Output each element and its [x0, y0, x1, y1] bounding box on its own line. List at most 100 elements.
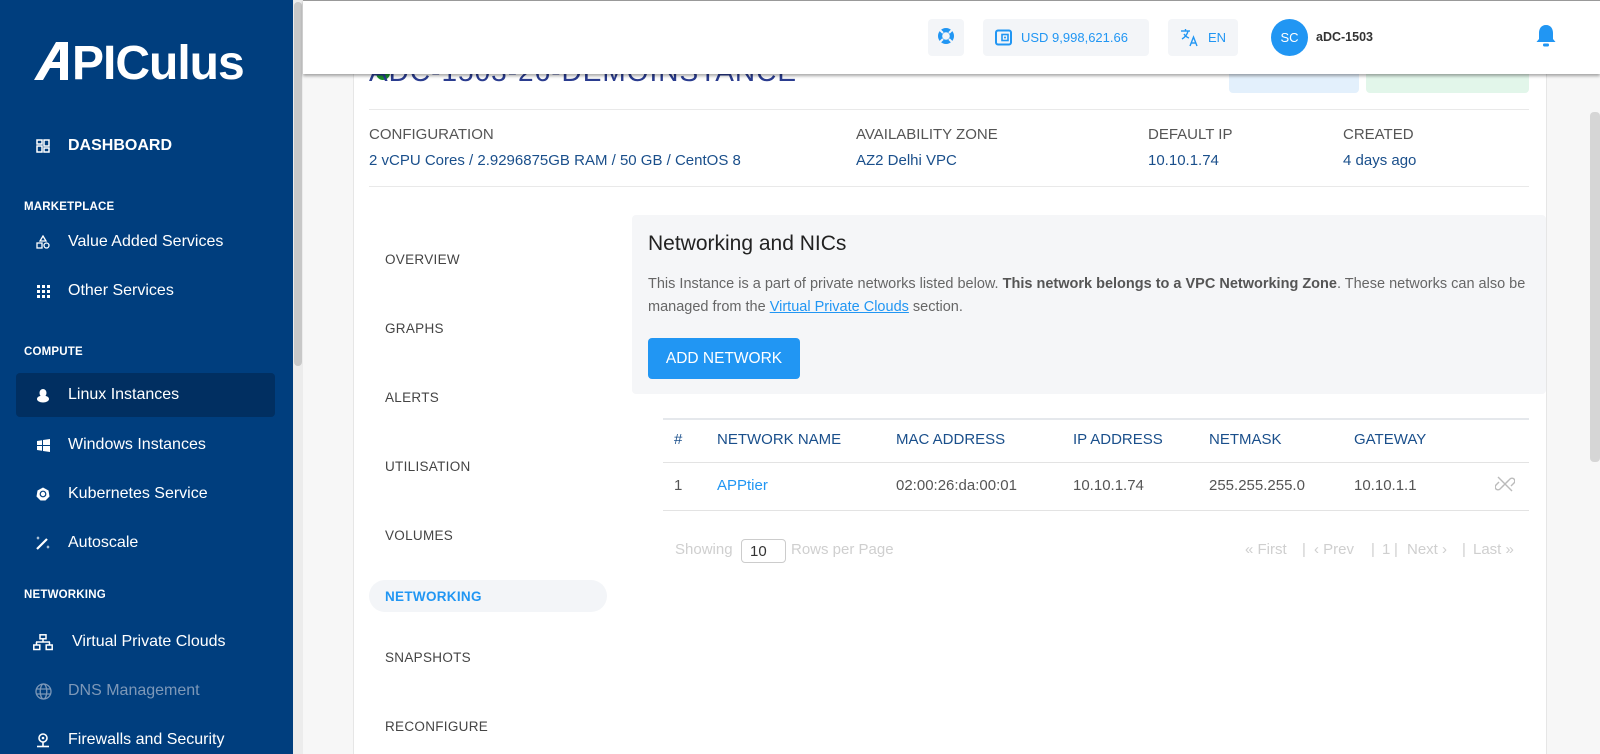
sidebar-item-label: Linux Instances	[68, 386, 180, 403]
sidebar-scrollbar-thumb[interactable]	[294, 2, 302, 366]
desc-text: This Instance is a part of private netwo…	[648, 276, 1003, 292]
availability-zone-value: AZ2 Delhi VPC	[856, 152, 957, 169]
cell-network-name[interactable]: APPtier	[717, 477, 768, 494]
sidebar-item-dashboard[interactable]: DASHBOARD	[16, 124, 275, 168]
col-header-network-name[interactable]: NETWORK NAME	[717, 431, 841, 448]
rows-per-page-input[interactable]	[741, 539, 786, 563]
network-icon	[32, 633, 54, 651]
col-header-netmask[interactable]: NETMASK	[1209, 431, 1282, 448]
divider	[369, 186, 1529, 187]
table-top-border	[663, 418, 1529, 420]
vpc-link[interactable]: Virtual Private Clouds	[770, 299, 909, 315]
sidebar-item-linux-instances[interactable]: Linux Instances	[16, 373, 275, 417]
tab-networking[interactable]: NETWORKING	[369, 580, 607, 612]
language-text: EN	[1208, 30, 1227, 45]
availability-zone-label: AVAILABILITY ZONE	[856, 126, 998, 143]
panel-description: This Instance is a part of private netwo…	[648, 273, 1528, 319]
table-bottom-border	[663, 510, 1529, 511]
configuration-value: 2 vCPU Cores / 2.9296875GB RAM / 50 GB /…	[369, 152, 741, 169]
sidebar-item-dns-management[interactable]: DNS Management	[16, 669, 275, 713]
lifebuoy-icon	[937, 27, 955, 48]
default-ip-value: 10.10.1.74	[1148, 152, 1219, 169]
support-button[interactable]	[928, 19, 964, 56]
sidebar-item-kubernetes-service[interactable]: Kubernetes Service	[16, 472, 275, 516]
translate-icon	[1180, 28, 1199, 47]
sidebar-item-label: Firewalls and Security	[68, 731, 225, 748]
shapes-icon	[32, 235, 54, 249]
default-ip-label: DEFAULT IP	[1148, 126, 1233, 143]
tab-reconfigure[interactable]: RECONFIGURE	[369, 710, 607, 742]
desc-bold-text: This network belongs to a VPC Networking…	[1002, 276, 1337, 292]
sidebar: PICulus DASHBOARD MARKETPLACE Value Adde…	[0, 0, 293, 754]
sidebar-item-label: Autoscale	[68, 534, 139, 551]
separator: |	[1394, 541, 1398, 558]
panel-title: Networking and NICs	[648, 232, 847, 255]
detach-network-icon[interactable]	[1494, 474, 1516, 494]
sidebar-item-value-added-services[interactable]: Value Added Services	[16, 220, 275, 264]
svg-text:PICulus: PICulus	[72, 38, 244, 82]
sidebar-item-label: Other Services	[68, 282, 174, 299]
page-scrollbar[interactable]	[1590, 112, 1600, 462]
tab-snapshots[interactable]: SNAPSHOTS	[369, 641, 607, 673]
divider	[369, 109, 1529, 110]
col-header-gateway[interactable]: GATEWAY	[1354, 431, 1426, 448]
balance-text: USD 9,998,621.66	[1021, 30, 1128, 45]
tab-volumes[interactable]: VOLUMES	[369, 519, 607, 551]
first-page-button[interactable]: « First	[1245, 541, 1287, 558]
current-page[interactable]: 1	[1382, 541, 1390, 558]
created-value: 4 days ago	[1343, 152, 1417, 169]
cell-num: 1	[674, 477, 683, 494]
sidebar-item-other-services[interactable]: Other Services	[16, 269, 275, 313]
language-button[interactable]: EN	[1168, 19, 1238, 56]
separator: |	[1462, 541, 1466, 558]
cell-ip-address: 10.10.1.74	[1073, 477, 1144, 494]
col-header-mac-address[interactable]: MAC ADDRESS	[896, 431, 1005, 448]
section-compute: COMPUTE	[24, 346, 83, 358]
notification-bell-icon[interactable]	[1535, 23, 1557, 49]
col-header-ip-address[interactable]: IP ADDRESS	[1073, 431, 1163, 448]
wallet-balance-button[interactable]: USD 9,998,621.66	[983, 19, 1149, 56]
sidebar-item-label: Windows Instances	[68, 436, 206, 453]
sidebar-item-label: Virtual Private Clouds	[72, 633, 226, 650]
username[interactable]: aDC-1503	[1316, 30, 1373, 44]
kubernetes-icon	[32, 487, 54, 501]
sidebar-item-windows-instances[interactable]: Windows Instances	[16, 423, 275, 467]
tab-graphs[interactable]: GRAPHS	[369, 312, 607, 344]
prev-page-button[interactable]: ‹ Prev	[1314, 541, 1354, 558]
col-header-num: #	[674, 431, 683, 448]
sidebar-item-virtual-private-clouds[interactable]: Virtual Private Clouds	[16, 620, 275, 664]
sidebar-item-firewalls-and-security[interactable]: Firewalls and Security	[16, 718, 275, 754]
table-header-border	[663, 462, 1529, 463]
next-page-button[interactable]: Next ›	[1407, 541, 1447, 558]
grid-icon	[32, 284, 54, 298]
sidebar-scrollbar[interactable]	[293, 0, 303, 754]
last-page-button[interactable]: Last »	[1473, 541, 1514, 558]
windows-icon	[32, 438, 54, 452]
top-header: USD 9,998,621.66 EN SC aDC-1503	[303, 0, 1600, 74]
cell-netmask: 255.255.255.0	[1209, 477, 1305, 494]
created-label: CREATED	[1343, 126, 1414, 143]
sidebar-item-label: Value Added Services	[68, 233, 224, 250]
section-marketplace: MARKETPLACE	[24, 201, 115, 213]
user-avatar[interactable]: SC	[1271, 19, 1308, 56]
separator: |	[1371, 541, 1375, 558]
tab-alerts[interactable]: ALERTS	[369, 381, 607, 413]
configuration-label: CONFIGURATION	[369, 126, 494, 143]
linux-icon	[32, 388, 54, 403]
cell-mac-address: 02:00:26:da:00:01	[896, 477, 1017, 494]
sidebar-item-label: DNS Management	[68, 682, 200, 699]
add-network-button[interactable]: ADD NETWORK	[648, 338, 800, 379]
desc-text: section.	[908, 299, 963, 315]
tab-utilisation[interactable]: UTILISATION	[369, 450, 607, 482]
wallet-icon	[995, 29, 1012, 46]
rows-per-page-label: Rows per Page	[791, 541, 894, 558]
sidebar-item-autoscale[interactable]: Autoscale	[16, 521, 275, 565]
separator: |	[1302, 541, 1306, 558]
globe-icon	[32, 682, 54, 700]
showing-label: Showing	[675, 541, 733, 558]
firewall-icon	[32, 732, 54, 748]
sidebar-item-label: DASHBOARD	[68, 137, 172, 154]
tab-overview[interactable]: OVERVIEW	[369, 243, 607, 275]
apiculus-logo[interactable]: PICulus	[34, 36, 254, 94]
section-networking: NETWORKING	[24, 589, 106, 601]
